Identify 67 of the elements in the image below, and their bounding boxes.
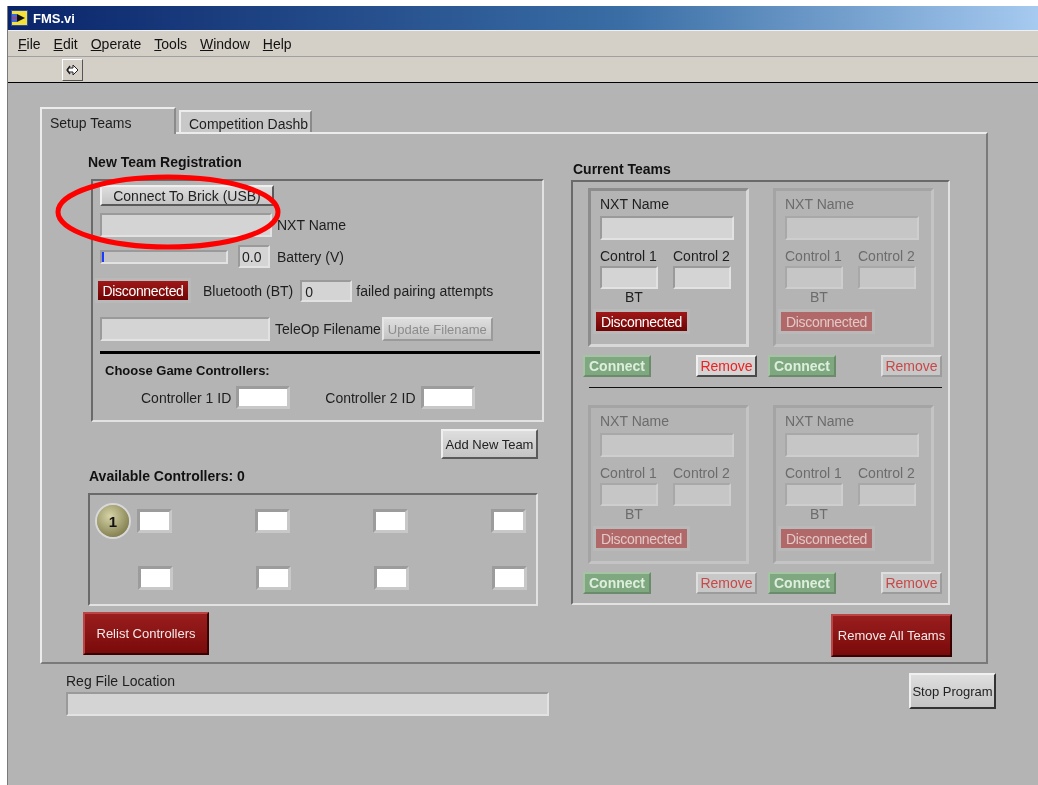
controller-slot-field [373, 509, 408, 533]
nxt-name-field[interactable] [600, 216, 734, 240]
nxt-name-label: NXT Name [785, 196, 855, 213]
nxt-name-label: NXT Name [600, 413, 670, 430]
control-label: Control 1 [785, 465, 843, 481]
tab[interactable]: Setup Teams [40, 107, 176, 134]
nxt-name-field[interactable] [100, 213, 272, 237]
control-label: Control 2 [858, 465, 915, 481]
failed-attempts-field: 0 [300, 279, 353, 302]
run-continuously-button[interactable] [62, 58, 83, 81]
connection-indicator: Disconnected [593, 526, 690, 551]
control-label: Control 2 [673, 248, 730, 264]
control-label: Control 1 [600, 465, 658, 481]
app-icon [11, 10, 28, 26]
control-label: Control 1 [600, 248, 658, 264]
controller-slot-field [137, 509, 172, 533]
bt-label: BT [625, 289, 644, 306]
controller-slot-field [138, 566, 173, 590]
controller-slot-field [491, 509, 526, 533]
controller-id-label: Controller 1 ID [141, 389, 232, 406]
controller-slot-field [255, 509, 290, 533]
teleop-filename-label: TeleOp Filename [275, 321, 381, 337]
controller-id-field[interactable] [236, 386, 291, 409]
menu-item[interactable]: Operate [90, 35, 142, 52]
menu-item[interactable]: Help [262, 35, 292, 52]
nxt-name-label: NXT Name [600, 196, 670, 213]
controller-slot-field [374, 566, 409, 590]
subsection-title: Choose Game Controllers: [105, 362, 271, 379]
controller-slot-field [492, 566, 527, 590]
bluetooth-label: Bluetooth (BT) [203, 282, 294, 299]
connection-indicator: Disconnected [778, 526, 875, 551]
teleop-filename-field[interactable] [100, 317, 270, 341]
index-ring[interactable]: 1 [97, 505, 129, 537]
bt-label: BT [810, 289, 829, 306]
control-field[interactable] [673, 266, 731, 289]
control-field[interactable] [600, 266, 658, 289]
failed-attempts-label: failed pairing attempts [356, 282, 494, 299]
add-new-team-button[interactable]: Add New Team [441, 429, 538, 459]
reg-file-location-label: Reg File Location [66, 673, 176, 689]
bt-label: BT [810, 506, 829, 523]
nxt-name-label: NXT Name [277, 217, 346, 233]
section-title: Current Teams [573, 161, 672, 178]
reg-file-location-field[interactable] [66, 692, 549, 716]
bluetooth-status-indicator: Disconnected [95, 278, 191, 303]
menu-item[interactable]: Window [200, 35, 250, 52]
control-label: Control 1 [785, 248, 843, 264]
bt-label: BT [625, 506, 644, 523]
controller-slot-field [256, 566, 291, 590]
controller-id-label: Controller 2 ID [325, 389, 416, 406]
menu-item[interactable]: Edit [53, 35, 78, 52]
control-label: Control 2 [673, 465, 730, 481]
stop-program-button[interactable]: Stop Program [909, 673, 996, 709]
battery-label: Battery (V) [277, 248, 344, 265]
remove-all-teams-button[interactable]: Remove All Teams [831, 614, 952, 657]
menu-item[interactable]: File [18, 35, 41, 52]
battery-value-field: 0.0 [238, 245, 270, 268]
controller-id-field[interactable] [420, 386, 475, 409]
tab[interactable]: Competition Dashb [179, 110, 312, 132]
relist-controllers-button[interactable]: Relist Controllers [83, 612, 209, 655]
connection-indicator: Disconnected [593, 309, 690, 334]
menu-item[interactable]: Tools [154, 35, 187, 52]
nxt-name-label: NXT Name [785, 413, 855, 430]
window-title: FMS.vi [33, 10, 75, 26]
control-label: Control 2 [858, 248, 915, 264]
connection-indicator: Disconnected [778, 309, 875, 334]
section-title: New Team Registration [88, 154, 243, 171]
section-title: Available Controllers: 0 [89, 468, 246, 485]
